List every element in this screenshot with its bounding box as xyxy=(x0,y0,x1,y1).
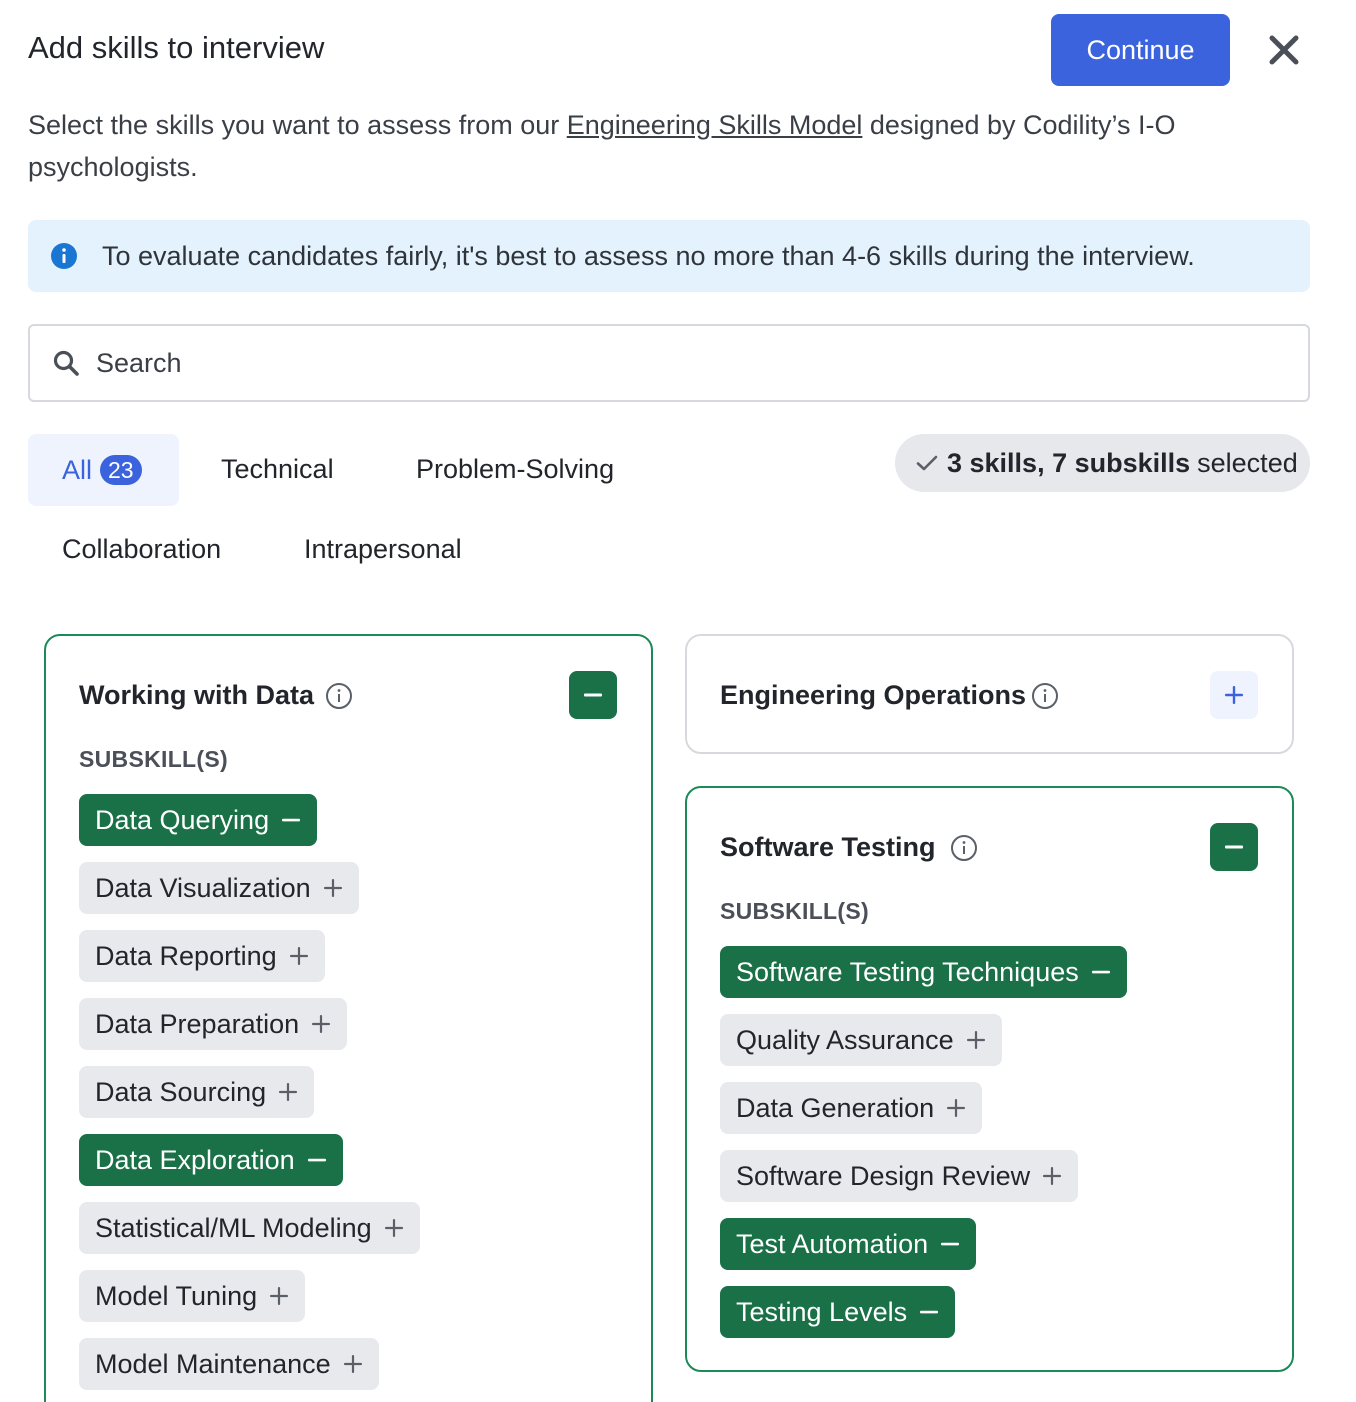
info-outline-icon[interactable] xyxy=(950,834,978,862)
subskill-chip[interactable]: Data Generation xyxy=(720,1082,983,1134)
plus-icon xyxy=(343,1355,362,1373)
dialog-title: Add skills to interview xyxy=(28,30,325,65)
subskill-chip[interactable]: Model Maintenance xyxy=(79,1338,379,1390)
tab-technical[interactable]: Technical xyxy=(221,454,334,485)
check-icon xyxy=(916,455,938,471)
dialog-description: Select the skills you want to assess fro… xyxy=(28,104,1268,188)
subskill-chip[interactable]: Model Tuning xyxy=(79,1270,306,1322)
subskill-list: Data Querying Data Visualization Data Repo… xyxy=(79,794,420,1390)
subskill-chip[interactable]: Test Automation xyxy=(720,1218,977,1270)
skill-title: Working with Data xyxy=(79,680,315,710)
minus-icon xyxy=(282,818,301,822)
tab-all[interactable]: All 23 xyxy=(28,434,179,506)
plus-icon xyxy=(966,1031,985,1049)
subskill-label: Data Preparation xyxy=(95,1008,300,1039)
minus-icon xyxy=(1225,845,1243,849)
selection-summary-pill[interactable]: 3 skills, 7 subskills selected xyxy=(895,434,1310,492)
minus-icon xyxy=(920,1310,939,1314)
minus-icon xyxy=(1091,970,1110,974)
minus-icon xyxy=(584,693,602,697)
subskill-label: Data Sourcing xyxy=(95,1076,267,1107)
subskill-chip[interactable]: Testing Levels xyxy=(720,1286,956,1338)
tab-problem-solving[interactable]: Problem-Solving xyxy=(416,454,614,485)
banner-text: To evaluate candidates fairly, it's best… xyxy=(102,240,1195,271)
subskill-chip[interactable]: Software Testing Techniques xyxy=(720,946,1127,998)
close-icon xyxy=(1269,35,1299,65)
info-banner: To evaluate candidates fairly, it's best… xyxy=(28,220,1310,292)
subskill-label: Data Querying xyxy=(95,804,270,835)
plus-icon xyxy=(323,879,342,897)
subskill-label: Data Reporting xyxy=(95,940,277,971)
select-skill-button[interactable] xyxy=(1210,671,1258,719)
skill-title: Engineering Operations xyxy=(720,680,1027,710)
tab-all-label: All xyxy=(62,454,93,485)
minus-icon xyxy=(941,1242,960,1246)
plus-icon xyxy=(947,1099,966,1117)
subskill-label: Software Design Review xyxy=(736,1160,1031,1191)
subskill-label: Test Automation xyxy=(736,1228,929,1259)
skill-card-software-testing: Software Testing SUBSKILL(S) Software Te… xyxy=(685,786,1294,1372)
subskill-label: Testing Levels xyxy=(736,1296,908,1327)
continue-button[interactable]: Continue xyxy=(1051,14,1230,86)
subskills-label: SUBSKILL(S) xyxy=(79,746,228,772)
plus-icon xyxy=(1043,1167,1062,1185)
subskill-label: Model Tuning xyxy=(95,1280,258,1311)
subskill-label: Software Testing Techniques xyxy=(736,956,1079,987)
close-button[interactable] xyxy=(1262,28,1306,72)
skill-card-engineering-operations: Engineering Operations xyxy=(685,634,1294,754)
plus-icon xyxy=(289,947,308,965)
deselect-skill-button[interactable] xyxy=(1210,823,1258,871)
add-skills-dialog: Add skills to interview Continue Select … xyxy=(0,0,1356,1402)
subskill-chip[interactable]: Data Reporting xyxy=(79,930,325,982)
info-outline-icon[interactable] xyxy=(1031,682,1059,710)
minus-icon xyxy=(307,1158,326,1162)
subskill-label: Data Exploration xyxy=(95,1144,295,1175)
subskill-chip[interactable]: Data Visualization xyxy=(79,862,359,914)
subskill-chip[interactable]: Data Sourcing xyxy=(79,1066,315,1118)
tab-collaboration[interactable]: Collaboration xyxy=(62,534,221,565)
skill-title: Software Testing xyxy=(720,832,936,862)
subskill-label: Statistical/ML Modeling xyxy=(95,1212,372,1243)
subskill-chip[interactable]: Quality Assurance xyxy=(720,1014,1002,1066)
tab-intrapersonal[interactable]: Intrapersonal xyxy=(304,534,462,565)
skill-card-working-with-data: Working with Data SUBSKILL(S) Data Query… xyxy=(44,634,653,1402)
subskill-chip[interactable]: Data Exploration xyxy=(79,1134,343,1186)
plus-icon xyxy=(312,1015,331,1033)
subskill-list: Software Testing Techniques Quality Assur… xyxy=(720,946,1127,1338)
deselect-skill-button[interactable] xyxy=(569,671,617,719)
subskill-label: Data Generation xyxy=(736,1092,935,1123)
subskill-label: Quality Assurance xyxy=(736,1024,954,1055)
search-input[interactable] xyxy=(96,347,1246,379)
info-outline-icon[interactable] xyxy=(325,682,353,710)
subskill-chip[interactable]: Statistical/ML Modeling xyxy=(79,1202,420,1254)
subskill-chip[interactable]: Data Querying xyxy=(79,794,318,846)
plus-icon xyxy=(1225,686,1243,704)
plus-icon xyxy=(270,1287,289,1305)
subskill-label: Model Maintenance xyxy=(95,1348,331,1379)
selection-summary-count: 3 skills, 7 subskills xyxy=(947,447,1191,478)
engineering-skills-model-link[interactable]: Engineering Skills Model xyxy=(567,110,863,140)
subskills-label: SUBSKILL(S) xyxy=(720,898,869,924)
search-icon xyxy=(53,350,79,376)
plus-icon xyxy=(384,1219,403,1237)
description-text-before: Select the skills you want to assess fro… xyxy=(28,110,567,140)
tab-all-count-badge: 23 xyxy=(100,455,142,485)
subskill-chip[interactable]: Data Preparation xyxy=(79,998,348,1050)
plus-icon xyxy=(279,1083,298,1101)
search-box xyxy=(28,324,1310,402)
selection-summary-suffix: selected xyxy=(1197,447,1298,478)
info-icon xyxy=(51,243,77,269)
subskill-label: Data Visualization xyxy=(95,872,311,903)
subskill-chip[interactable]: Software Design Review xyxy=(720,1150,1079,1202)
